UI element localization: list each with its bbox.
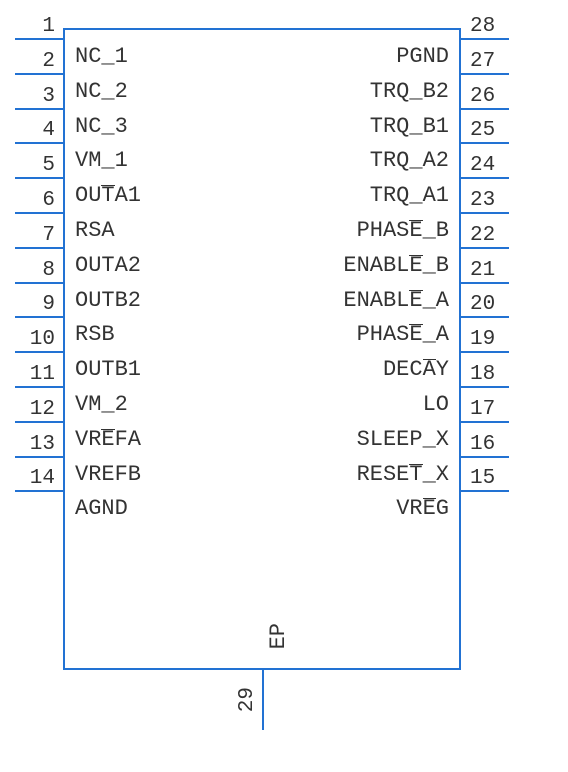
pin-label: TRQ_A2 bbox=[370, 148, 449, 173]
pin-label: VM_1 bbox=[75, 148, 128, 173]
pin-number: 9 bbox=[15, 293, 55, 316]
pin-number: 4 bbox=[15, 119, 55, 142]
pin-label: DECAY bbox=[383, 357, 449, 382]
pin-number: 11 bbox=[15, 363, 55, 386]
pin-number: 26 bbox=[470, 85, 510, 108]
pin-number: 12 bbox=[15, 398, 55, 421]
pin-wire bbox=[461, 177, 509, 179]
pin-number: 7 bbox=[15, 224, 55, 247]
pin-number: 29 bbox=[236, 687, 259, 712]
pin-wire bbox=[461, 108, 509, 110]
pin-label: SLEEP_X bbox=[357, 427, 449, 452]
pin-label: ENABLE_A bbox=[343, 288, 449, 313]
pin-label: OUTA1 bbox=[75, 183, 141, 208]
pin-wire bbox=[15, 456, 63, 458]
pin-label: VM_2 bbox=[75, 392, 128, 417]
pin-wire bbox=[461, 316, 509, 318]
pin-number: 16 bbox=[470, 433, 510, 456]
pin-label: OUTA2 bbox=[75, 253, 141, 278]
pin-wire bbox=[15, 73, 63, 75]
pin-label: RSA bbox=[75, 218, 115, 243]
pin-label: LO bbox=[423, 392, 449, 417]
pin-label: VREFB bbox=[75, 462, 141, 487]
pin-wire bbox=[461, 386, 509, 388]
pinout-diagram: 1 NC_1 2 NC_2 3 NC_3 4 VM_1 5 OUTA1 6 RSA 7 OUTA2 8 OUT… bbox=[15, 15, 555, 755]
pin-wire bbox=[15, 108, 63, 110]
pin-wire bbox=[15, 386, 63, 388]
pin-wire bbox=[461, 247, 509, 249]
pin-number: 23 bbox=[470, 189, 510, 212]
pin-number: 2 bbox=[15, 50, 55, 73]
pin-label: ENABLE_B bbox=[343, 253, 449, 278]
pin-label: TRQ_B2 bbox=[370, 79, 449, 104]
pin-number: 1 bbox=[15, 15, 55, 38]
pin-number: 8 bbox=[15, 259, 55, 282]
pin-number: 21 bbox=[470, 259, 510, 282]
pin-number: 15 bbox=[470, 467, 510, 490]
pin-label: OUTB1 bbox=[75, 357, 141, 382]
pin-wire bbox=[262, 670, 264, 730]
pin-number: 5 bbox=[15, 154, 55, 177]
pin-label: NC_3 bbox=[75, 114, 128, 139]
pin-number: 10 bbox=[15, 328, 55, 351]
pin-wire bbox=[15, 142, 63, 144]
pin-wire bbox=[15, 316, 63, 318]
pin-wire bbox=[461, 456, 509, 458]
pin-number: 22 bbox=[470, 224, 510, 247]
pin-label: VREFA bbox=[75, 427, 141, 452]
pin-number: 17 bbox=[470, 398, 510, 421]
pin-label: EP bbox=[266, 623, 291, 649]
pin-number: 24 bbox=[470, 154, 510, 177]
pin-wire bbox=[461, 351, 509, 353]
pin-wire bbox=[15, 247, 63, 249]
pin-wire bbox=[461, 73, 509, 75]
pin-label: RESET_X bbox=[357, 462, 449, 487]
pin-number: 6 bbox=[15, 189, 55, 212]
pin-wire bbox=[15, 421, 63, 423]
pin-label: NC_1 bbox=[75, 44, 128, 69]
pin-wire bbox=[15, 282, 63, 284]
pin-number: 20 bbox=[470, 293, 510, 316]
pin-label: VREG bbox=[396, 496, 449, 521]
pin-wire bbox=[15, 212, 63, 214]
pin-number: 27 bbox=[470, 50, 510, 73]
pin-number: 3 bbox=[15, 85, 55, 108]
pin-label: OUTB2 bbox=[75, 288, 141, 313]
pin-wire bbox=[461, 490, 509, 492]
pin-label: TRQ_B1 bbox=[370, 114, 449, 139]
pin-number: 14 bbox=[15, 467, 55, 490]
pin-label: PGND bbox=[396, 44, 449, 69]
pin-label: PHASE_B bbox=[357, 218, 449, 243]
pin-wire bbox=[461, 142, 509, 144]
pin-wire bbox=[461, 421, 509, 423]
pin-number: 13 bbox=[15, 433, 55, 456]
pin-label: NC_2 bbox=[75, 79, 128, 104]
pin-wire bbox=[461, 38, 509, 40]
pin-wire bbox=[15, 351, 63, 353]
pin-wire bbox=[461, 282, 509, 284]
pin-label: TRQ_A1 bbox=[370, 183, 449, 208]
pin-wire bbox=[15, 490, 63, 492]
pin-number: 25 bbox=[470, 119, 510, 142]
pin-label: AGND bbox=[75, 496, 128, 521]
pin-number: 19 bbox=[470, 328, 510, 351]
pin-wire bbox=[15, 177, 63, 179]
pin-label: PHASE_A bbox=[357, 322, 449, 347]
pin-number: 18 bbox=[470, 363, 510, 386]
pin-label: RSB bbox=[75, 322, 115, 347]
pin-number: 28 bbox=[470, 15, 510, 38]
pin-wire bbox=[461, 212, 509, 214]
pin-wire bbox=[15, 38, 63, 40]
